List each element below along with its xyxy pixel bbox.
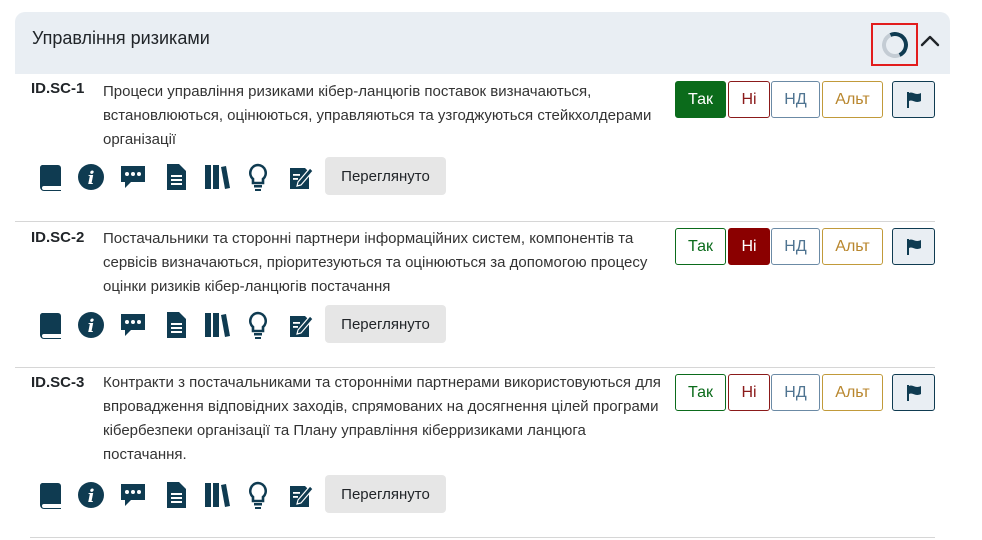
comment-icon[interactable]	[119, 480, 147, 510]
question-id: ID.SC-2	[31, 229, 85, 246]
answer-yes-button[interactable]: Так	[675, 228, 726, 265]
answer-na-button[interactable]: НД	[771, 374, 820, 411]
item-divider	[30, 537, 935, 538]
answer-yes-button[interactable]: Так	[675, 81, 726, 118]
answer-alt-button[interactable]: Альт	[822, 81, 883, 118]
answer-no-button[interactable]: Ні	[728, 81, 770, 118]
question-text: Постачальники та сторонні партнери інфор…	[103, 230, 648, 295]
document-icon[interactable]	[162, 480, 190, 510]
flag-button[interactable]	[892, 228, 935, 265]
answer-no-button[interactable]: Ні	[728, 374, 770, 411]
svg-text:i: i	[88, 316, 95, 337]
loading-highlight	[871, 23, 918, 66]
question-text: Процеси управління ризиками кібер-ланцюг…	[103, 83, 652, 148]
answer-na-button[interactable]: НД	[771, 228, 820, 265]
svg-text:i: i	[88, 486, 95, 507]
references-icon[interactable]	[203, 480, 231, 510]
info-icon[interactable]: i	[77, 480, 105, 510]
question-text: Контракти з постачальниками та стороннім…	[103, 374, 661, 463]
flag-icon	[906, 384, 921, 401]
reviewed-button[interactable]: Переглянуто	[325, 305, 446, 343]
lightbulb-icon[interactable]	[244, 480, 272, 510]
question-id: ID.SC-1	[31, 80, 85, 97]
loading-spinner-icon	[878, 28, 912, 62]
comment-icon[interactable]	[119, 310, 147, 340]
panel-title: Управління ризиками	[32, 28, 210, 48]
lightbulb-icon[interactable]	[244, 310, 272, 340]
lightbulb-icon[interactable]	[244, 162, 272, 192]
flag-icon	[906, 91, 921, 108]
notes-icon[interactable]	[287, 162, 315, 192]
comment-icon[interactable]	[119, 162, 147, 192]
notes-icon[interactable]	[287, 310, 315, 340]
book-icon[interactable]	[38, 480, 66, 510]
flag-button[interactable]	[892, 81, 935, 118]
item-divider	[15, 221, 935, 222]
book-icon[interactable]	[38, 162, 66, 192]
item-divider	[15, 367, 935, 368]
document-icon[interactable]	[162, 310, 190, 340]
info-icon[interactable]: i	[77, 310, 105, 340]
book-icon[interactable]	[38, 310, 66, 340]
references-icon[interactable]	[203, 310, 231, 340]
notes-icon[interactable]	[287, 480, 315, 510]
references-icon[interactable]	[203, 162, 231, 192]
answer-no-button[interactable]: Ні	[728, 228, 770, 265]
panel-header[interactable]: Управління ризиками	[15, 12, 950, 74]
document-icon[interactable]	[162, 162, 190, 192]
info-icon[interactable]: i	[77, 162, 105, 192]
answer-na-button[interactable]: НД	[771, 81, 820, 118]
reviewed-button[interactable]: Переглянуто	[325, 475, 446, 513]
svg-text:i: i	[88, 168, 95, 189]
answer-alt-button[interactable]: Альт	[822, 228, 883, 265]
answer-alt-button[interactable]: Альт	[822, 374, 883, 411]
question-id: ID.SC-3	[31, 374, 85, 391]
reviewed-button[interactable]: Переглянуто	[325, 157, 446, 195]
answer-yes-button[interactable]: Так	[675, 374, 726, 411]
chevron-up-icon[interactable]	[919, 30, 941, 52]
flag-button[interactable]	[892, 374, 935, 411]
flag-icon	[906, 238, 921, 255]
